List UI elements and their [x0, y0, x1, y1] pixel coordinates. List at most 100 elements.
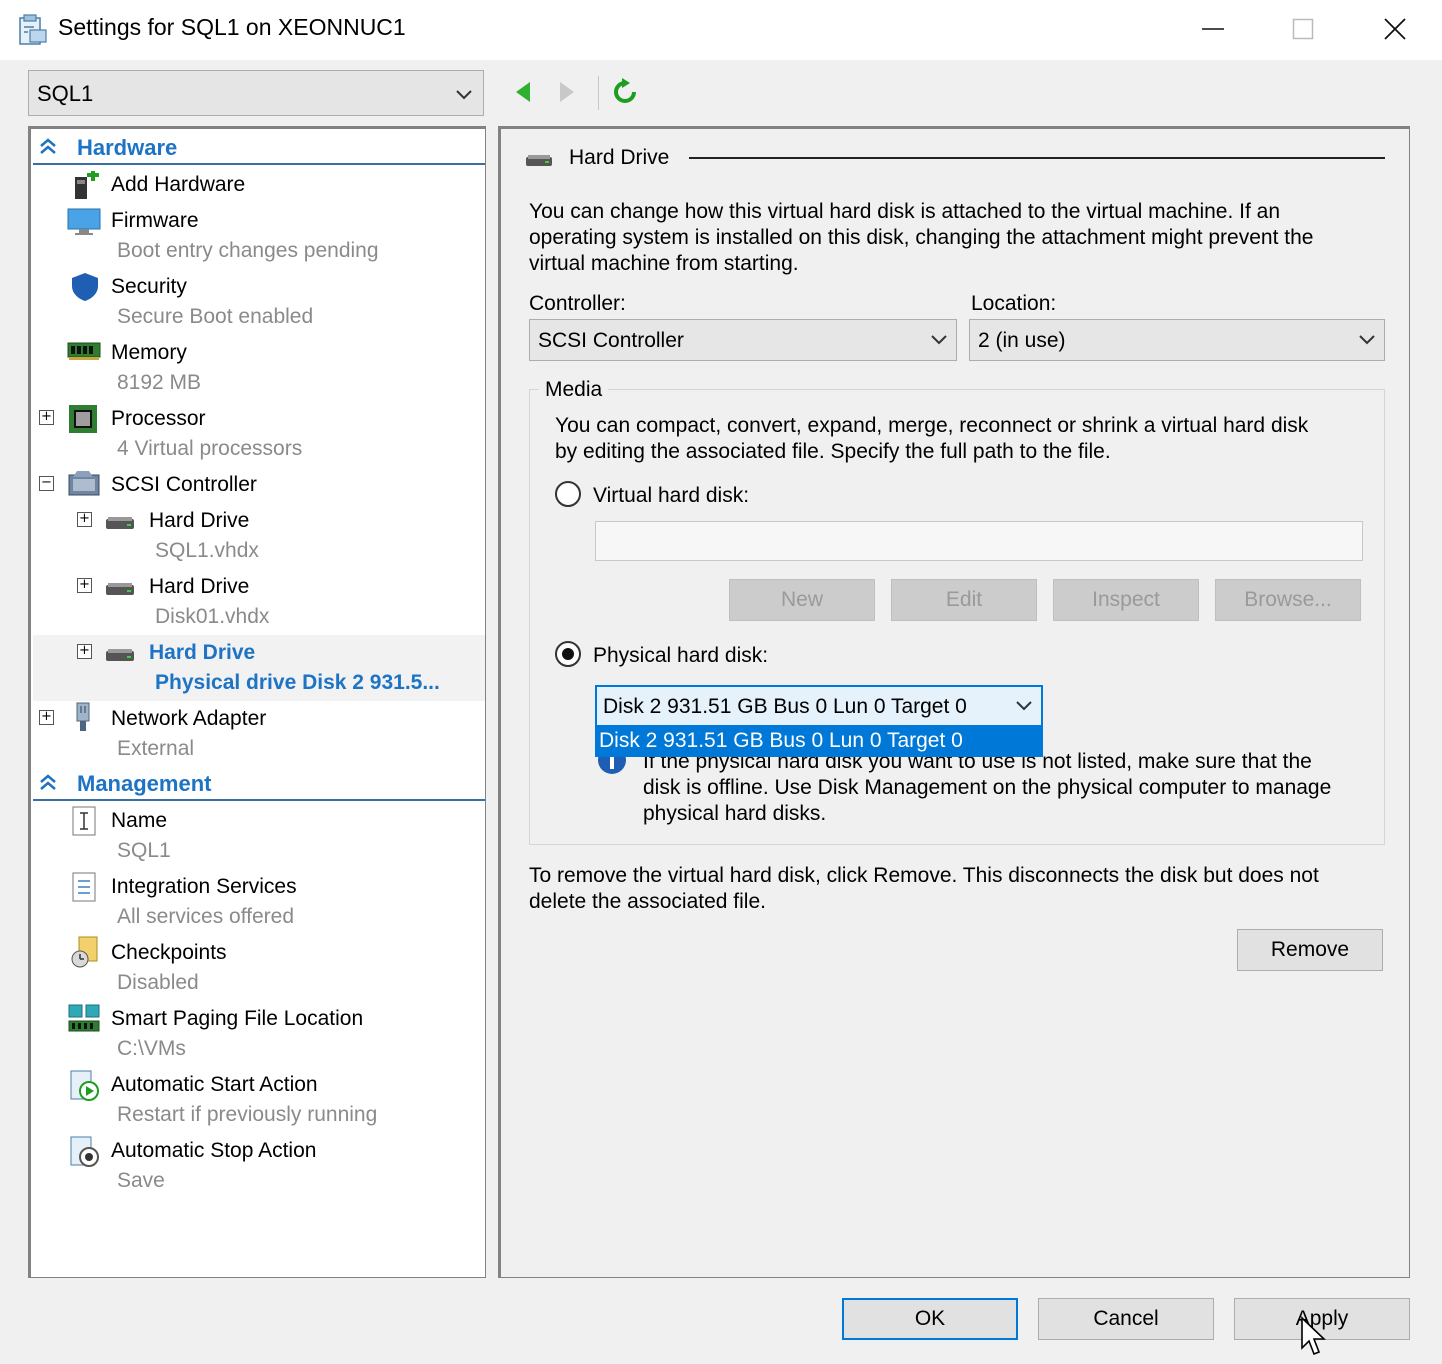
physical-hard-disk-label: Physical hard disk: — [593, 644, 769, 667]
add-hardware-icon — [69, 169, 101, 201]
remove-text-line: delete the associated file. — [529, 890, 766, 913]
tree-item-label: Memory — [111, 341, 187, 364]
tree-item-label: Automatic Start Action — [111, 1073, 318, 1096]
stop-action-icon — [69, 1135, 101, 1167]
media-text-line: You can compact, convert, expand, merge,… — [555, 414, 1309, 437]
virtual-hard-disk-radio[interactable] — [555, 481, 581, 507]
shield-icon — [69, 271, 101, 301]
expand-icon[interactable]: + — [39, 710, 54, 725]
disk-icon — [105, 513, 137, 543]
info-text-line: disk is offline. Use Disk Management on … — [643, 776, 1332, 799]
refresh-button[interactable] — [608, 74, 642, 110]
tree-item-status: External — [117, 737, 195, 760]
tree-item-label: Add Hardware — [111, 173, 246, 196]
collapse-icon[interactable]: − — [39, 476, 54, 491]
ok-button[interactable]: OK — [842, 1298, 1018, 1340]
tree-item-label: Security — [111, 275, 187, 298]
section-title: Hard Drive — [569, 146, 670, 169]
physical-disk-option[interactable]: Disk 2 931.51 GB Bus 0 Lun 0 Target 0 — [595, 727, 1043, 757]
inspect-button[interactable]: Inspect — [1053, 579, 1199, 621]
memory-icon — [67, 339, 101, 369]
media-text-line: by editing the associated file. Specify … — [555, 440, 1111, 463]
hardware-header-label: Hardware — [77, 135, 178, 160]
refresh-icon — [614, 78, 636, 103]
disk-icon — [525, 151, 553, 175]
management-section-header[interactable]: Management — [33, 767, 485, 801]
back-arrow-icon — [516, 82, 530, 102]
location-select-value: 2 (in use) — [978, 329, 1066, 352]
section-title-rule — [689, 157, 1385, 159]
tree-item-label: Checkpoints — [111, 941, 227, 964]
tree-item-label: Automatic Stop Action — [111, 1139, 317, 1162]
forward-button[interactable] — [550, 74, 584, 110]
vm-selector-combobox[interactable]: SQL1 — [28, 70, 484, 116]
new-button[interactable]: New — [729, 579, 875, 621]
settings-tree[interactable]: Hardware Add Hardware Firmware Boot entr… — [28, 126, 486, 1278]
virtual-hard-disk-label: Virtual hard disk: — [593, 484, 750, 507]
tree-item-label: Hard Drive — [149, 509, 250, 532]
controller-select-value: SCSI Controller — [538, 329, 684, 352]
expand-icon[interactable]: + — [39, 410, 54, 425]
start-action-icon — [69, 1069, 101, 1101]
tree-item-label: Hard Drive — [149, 641, 256, 664]
edit-button[interactable]: Edit — [891, 579, 1037, 621]
controller-select[interactable]: SCSI Controller — [529, 319, 957, 361]
tree-item-status: Secure Boot enabled — [117, 305, 314, 328]
collapse-section-icon — [39, 772, 57, 798]
minimize-button[interactable] — [1168, 0, 1258, 58]
network-adapter-icon — [71, 701, 103, 731]
intro-text-line: operating system is installed on this di… — [529, 226, 1314, 249]
tree-item-status: Physical drive Disk 2 931.5... — [155, 671, 440, 694]
back-button[interactable] — [506, 74, 540, 110]
tree-item-label: Hard Drive — [149, 575, 250, 598]
scsi-icon — [67, 469, 100, 499]
tree-item-status: 4 Virtual processors — [117, 437, 303, 460]
close-icon — [1384, 18, 1406, 40]
management-header-label: Management — [77, 771, 212, 796]
media-group-label: Media — [539, 377, 609, 403]
tree-item-label: Firmware — [111, 209, 199, 232]
location-select[interactable]: 2 (in use) — [969, 319, 1385, 361]
vm-selector-value: SQL1 — [37, 81, 94, 106]
intro-text-line: virtual machine from starting. — [529, 252, 799, 275]
cancel-button[interactable]: Cancel — [1038, 1298, 1214, 1340]
expand-icon[interactable]: + — [77, 578, 92, 593]
tree-item-label: Name — [111, 809, 168, 832]
collapse-section-icon — [39, 136, 57, 162]
paging-icon — [67, 1003, 100, 1033]
tree-item-status: Restart if previously running — [117, 1103, 378, 1126]
tree-item-label: Integration Services — [111, 875, 297, 898]
tree-item-status: SQL1.vhdx — [155, 539, 259, 562]
expand-icon[interactable]: + — [77, 512, 92, 527]
toolbar-separator — [598, 76, 599, 110]
tree-item-label: Processor — [111, 407, 206, 430]
processor-icon — [67, 403, 99, 433]
name-icon — [71, 805, 103, 836]
tree-item-label: Smart Paging File Location — [111, 1007, 364, 1030]
maximize-button[interactable] — [1258, 0, 1348, 58]
hardware-section-header[interactable]: Hardware — [33, 131, 485, 165]
vhd-path-input[interactable] — [595, 521, 1363, 561]
title-bar: Settings for SQL1 on XEONNUC1 — [0, 0, 1442, 60]
physical-hard-disk-radio[interactable] — [555, 641, 581, 667]
tree-item-status: Disk01.vhdx — [155, 605, 270, 628]
checkpoint-icon — [69, 935, 101, 968]
info-text-line: physical hard disks. — [643, 802, 827, 825]
monitor-icon — [67, 207, 101, 237]
physical-disk-select[interactable]: Disk 2 931.51 GB Bus 0 Lun 0 Target 0 — [595, 685, 1043, 727]
tree-item-status: Disabled — [117, 971, 199, 994]
expand-icon[interactable]: + — [77, 644, 92, 659]
remove-button[interactable]: Remove — [1237, 929, 1383, 971]
maximize-icon — [1292, 18, 1314, 40]
chevron-down-icon — [1015, 696, 1033, 720]
intro-text-line: You can change how this virtual hard dis… — [529, 200, 1280, 223]
window-title: Settings for SQL1 on XEONNUC1 — [58, 14, 406, 40]
close-button[interactable] — [1350, 0, 1440, 58]
mouse-cursor-icon — [1300, 1316, 1326, 1364]
tree-item-label: SCSI Controller — [111, 473, 257, 496]
tree-item-label: Network Adapter — [111, 707, 267, 730]
remove-text-line: To remove the virtual hard disk, click R… — [529, 864, 1319, 887]
controller-label: Controller: — [529, 292, 626, 315]
tree-item-status: SQL1 — [117, 839, 171, 862]
browse-button[interactable]: Browse... — [1215, 579, 1361, 621]
